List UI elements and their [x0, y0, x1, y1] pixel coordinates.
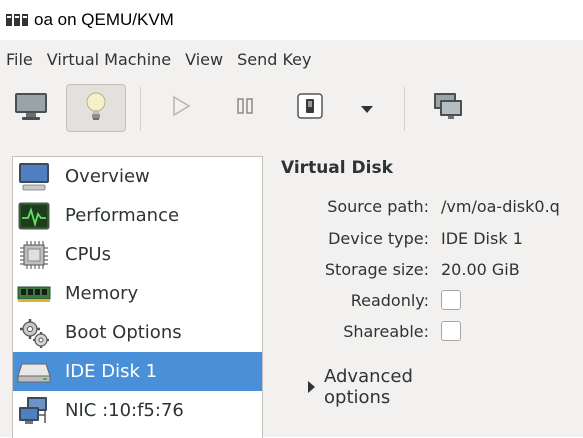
sidebar-item-ide-disk-1[interactable]: IDE Disk 1 — [13, 352, 262, 391]
storage-size-value: 20.00 GiB — [441, 259, 520, 279]
cpu-chip-icon — [17, 238, 51, 272]
menu-bar: File Virtual Machine View Send Key — [0, 40, 583, 78]
sidebar-item-label: Performance — [65, 205, 180, 226]
device-type-label: Device type: — [328, 228, 429, 248]
readonly-label: Readonly: — [350, 290, 429, 310]
details-panel: Virtual Disk — [281, 158, 393, 184]
sidebar-item-label: Boot Options — [65, 322, 182, 343]
performance-graph-icon — [17, 199, 51, 233]
source-path-label: Source path: — [327, 196, 429, 216]
fullscreen-button[interactable] — [426, 84, 470, 132]
pause-button[interactable] — [224, 84, 266, 132]
sidebar-item-label: NIC :10:f5:76 — [65, 400, 184, 421]
gears-icon — [17, 316, 51, 350]
menu-virtual-machine[interactable]: Virtual Machine — [40, 50, 178, 69]
source-path-row: Source path: /vm/oa-disk0.q — [281, 194, 560, 218]
sidebar-item-label: IDE Disk 1 — [65, 361, 158, 382]
advanced-options-expander[interactable]: Advanced options — [308, 366, 413, 408]
memory-stick-icon — [17, 277, 51, 311]
device-type-row: Device type: IDE Disk 1 — [281, 226, 523, 250]
sidebar-item-nic[interactable]: NIC :10:f5:76 — [13, 391, 262, 430]
chevron-down-icon — [360, 99, 374, 118]
shareable-row: Shareable: — [281, 319, 461, 343]
pause-icon — [234, 95, 256, 121]
shareable-label: Shareable: — [343, 321, 429, 341]
toolbar-separator — [140, 87, 141, 131]
source-path-value: /vm/oa-disk0.q — [441, 196, 560, 216]
play-icon — [170, 94, 192, 122]
readonly-checkbox[interactable] — [441, 290, 461, 310]
monitor-icon — [17, 160, 51, 194]
device-type-value: IDE Disk 1 — [441, 228, 523, 248]
hard-disk-icon — [17, 355, 51, 389]
details-button[interactable] — [66, 84, 126, 132]
sidebar-item-label: Memory — [65, 283, 139, 304]
menu-send-key[interactable]: Send Key — [230, 50, 318, 69]
shutdown-icon — [295, 91, 325, 125]
section-title: Virtual Disk — [281, 158, 393, 178]
hardware-list: Overview Performance CPUs Memory Boot Op… — [12, 156, 263, 438]
workspace: Overview Performance CPUs Memory Boot Op… — [0, 144, 583, 438]
expander-arrow-icon — [308, 381, 315, 393]
advanced-options-label: Advanced options — [324, 366, 413, 408]
readonly-row: Readonly: — [281, 288, 461, 312]
sidebar-item-overview[interactable]: Overview — [13, 157, 262, 196]
sidebar-item-boot-options[interactable]: Boot Options — [13, 313, 262, 352]
menu-file[interactable]: File — [0, 50, 40, 69]
console-icon — [14, 91, 48, 125]
toolbar-separator — [404, 87, 405, 131]
toolbar — [0, 78, 583, 144]
sidebar-item-cpus[interactable]: CPUs — [13, 235, 262, 274]
menu-view[interactable]: View — [178, 50, 230, 69]
storage-size-row: Storage size: 20.00 GiB — [281, 257, 520, 281]
shutdown-menu-button[interactable] — [354, 84, 380, 132]
window-title: oa on QEMU/KVM — [34, 10, 174, 29]
sidebar-item-label: Overview — [65, 166, 150, 187]
virt-manager-icon — [6, 13, 28, 27]
sidebar-item-label: CPUs — [65, 244, 111, 265]
sidebar-item-memory[interactable]: Memory — [13, 274, 262, 313]
shareable-checkbox[interactable] — [441, 321, 461, 341]
shutdown-button[interactable] — [290, 84, 330, 132]
network-icon — [17, 394, 51, 428]
run-button[interactable] — [160, 84, 202, 132]
storage-size-label: Storage size: — [324, 259, 429, 279]
console-button[interactable] — [8, 84, 54, 132]
fullscreen-icon — [432, 91, 464, 125]
sidebar-item-performance[interactable]: Performance — [13, 196, 262, 235]
window-titlebar: oa on QEMU/KVM — [0, 0, 583, 40]
lightbulb-icon — [83, 90, 109, 126]
